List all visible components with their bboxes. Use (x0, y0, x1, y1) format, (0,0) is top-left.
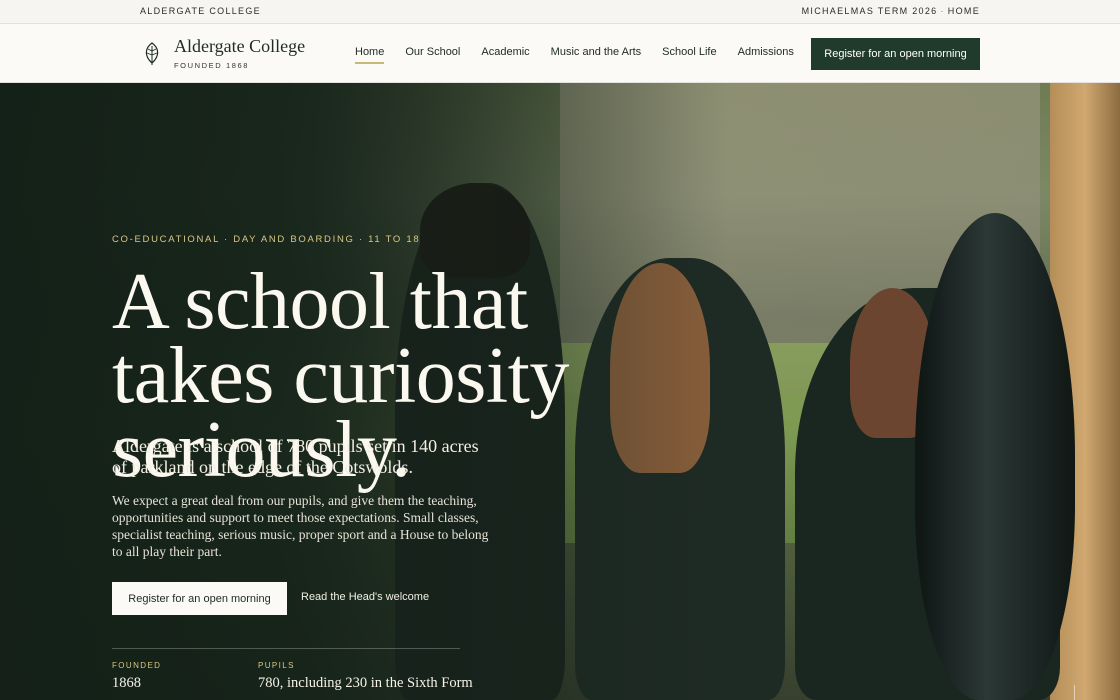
heads-welcome-link[interactable]: Read the Head's welcome (301, 591, 429, 603)
hero: CO-EDUCATIONAL · DAY AND BOARDING · 11 T… (0, 83, 1120, 700)
nav-music-arts[interactable]: Music and the Arts (551, 46, 642, 62)
utility-right: MICHAELMAS TERM 2026 · HOME (802, 6, 980, 16)
header-open-morning-button[interactable]: Register for an open morning (811, 38, 980, 70)
nav-home[interactable]: Home (355, 46, 385, 64)
fact-pupils-label: PUPILS (258, 661, 295, 670)
utility-school-name: ALDERGATE COLLEGE (140, 6, 261, 16)
scroll-indicator (1074, 685, 1075, 700)
brand-name: Aldergate College (174, 36, 306, 56)
brand-founded: FOUNDED 1868 (174, 61, 250, 70)
site-header: Aldergate College FOUNDED 1868 Home Our … (0, 24, 1120, 83)
utility-bar: ALDERGATE COLLEGE MICHAELMAS TERM 2026 · H… (0, 0, 1120, 24)
fact-founded-value: 1868 (112, 675, 141, 691)
hero-open-morning-button[interactable]: Register for an open morning (112, 582, 287, 615)
nav-school-life[interactable]: School Life (662, 46, 716, 62)
nav-academic[interactable]: Academic (481, 46, 529, 62)
nav-our-school[interactable]: Our School (405, 46, 460, 62)
fact-pupils-value: 780, including 230 in the Sixth Form (258, 675, 473, 691)
hero-lede: Aldergate is a school of 780 pupils set … (112, 436, 479, 477)
utility-term: MICHAELMAS TERM 2026 (801, 6, 938, 16)
utility-separator: · (940, 6, 945, 16)
hero-kicker: CO-EDUCATIONAL · DAY AND BOARDING · 11 T… (112, 234, 421, 245)
leaf-icon (145, 42, 159, 65)
nav-admissions[interactable]: Admissions (738, 46, 794, 62)
fact-founded: FOUNDED 1868 (112, 661, 161, 692)
facts-divider (112, 648, 460, 649)
hero-body: We expect a great deal from our pupils, … (112, 493, 489, 559)
fact-pupils: PUPILS 780, including 230 in the Sixth F… (258, 661, 473, 692)
utility-home-link[interactable]: HOME (948, 6, 980, 16)
fact-founded-label: FOUNDED (112, 661, 162, 670)
main-nav: Home Our School Academic Music and the A… (355, 46, 794, 64)
